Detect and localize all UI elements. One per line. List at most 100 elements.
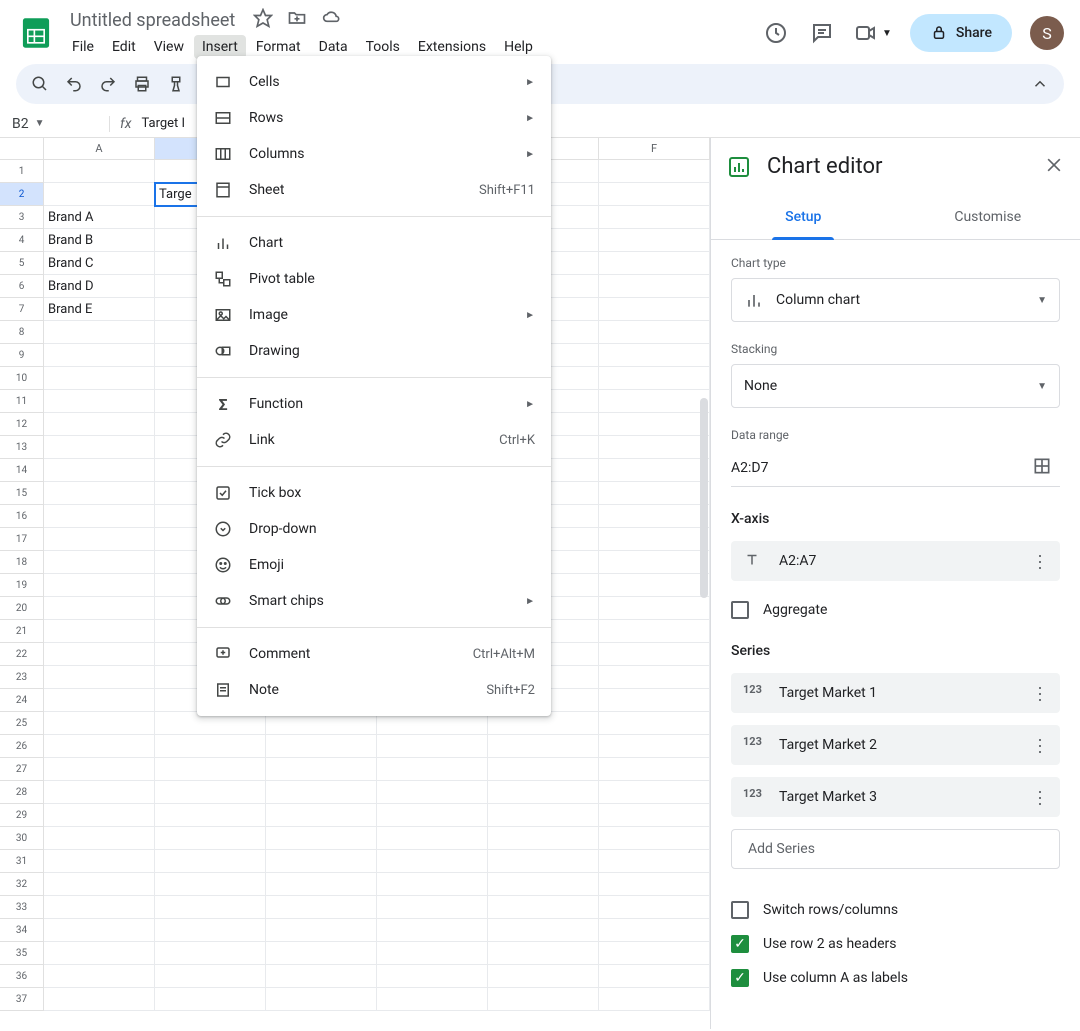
cell[interactable] <box>599 597 710 620</box>
cell[interactable] <box>44 643 155 666</box>
cell[interactable] <box>44 574 155 597</box>
cell[interactable] <box>44 597 155 620</box>
cell[interactable] <box>599 574 710 597</box>
cell[interactable] <box>377 988 488 1011</box>
cell[interactable] <box>266 919 377 942</box>
menu-item-rows[interactable]: Rows► <box>197 100 551 136</box>
cell[interactable] <box>599 643 710 666</box>
row-header-15[interactable]: 15 <box>0 482 44 505</box>
cloud-icon[interactable] <box>321 8 343 32</box>
menu-item-drop-down[interactable]: Drop-down <box>197 511 551 547</box>
row-header-9[interactable]: 9 <box>0 344 44 367</box>
row-header-36[interactable]: 36 <box>0 965 44 988</box>
cell[interactable] <box>599 321 710 344</box>
cell[interactable] <box>377 781 488 804</box>
cell[interactable] <box>44 551 155 574</box>
cell[interactable] <box>44 850 155 873</box>
row-header-26[interactable]: 26 <box>0 735 44 758</box>
cell[interactable] <box>599 298 710 321</box>
cell[interactable] <box>155 827 266 850</box>
cell[interactable] <box>599 390 710 413</box>
row-header-33[interactable]: 33 <box>0 896 44 919</box>
menu-item-comment[interactable]: CommentCtrl+Alt+M <box>197 636 551 672</box>
row-header-6[interactable]: 6 <box>0 275 44 298</box>
cell[interactable] <box>44 482 155 505</box>
select-all-corner[interactable] <box>0 138 44 159</box>
cell[interactable] <box>155 942 266 965</box>
undo-icon[interactable] <box>62 72 86 96</box>
stacking-select[interactable]: None ▼ <box>731 364 1060 408</box>
menu-item-note[interactable]: NoteShift+F2 <box>197 672 551 708</box>
vertical-scrollbar[interactable] <box>700 398 708 598</box>
cell[interactable] <box>599 620 710 643</box>
share-button[interactable]: Share <box>910 14 1012 52</box>
row-header-24[interactable]: 24 <box>0 689 44 712</box>
cell[interactable] <box>44 919 155 942</box>
cell[interactable] <box>266 896 377 919</box>
menu-item-tick-box[interactable]: Tick box <box>197 475 551 511</box>
cell[interactable] <box>44 666 155 689</box>
cell[interactable] <box>266 850 377 873</box>
cell[interactable] <box>599 551 710 574</box>
cell[interactable] <box>488 804 599 827</box>
cell[interactable] <box>599 252 710 275</box>
cell[interactable] <box>44 620 155 643</box>
menu-item-cells[interactable]: Cells► <box>197 64 551 100</box>
cell[interactable] <box>266 942 377 965</box>
cell[interactable] <box>377 735 488 758</box>
row-header-16[interactable]: 16 <box>0 505 44 528</box>
cell[interactable] <box>155 965 266 988</box>
name-box[interactable]: B2▼ <box>0 116 110 132</box>
cell[interactable] <box>599 873 710 896</box>
cell[interactable] <box>488 919 599 942</box>
row-header-1[interactable]: 1 <box>0 160 44 183</box>
cell[interactable] <box>266 827 377 850</box>
cell[interactable] <box>44 528 155 551</box>
cell[interactable] <box>599 436 710 459</box>
cell[interactable] <box>488 758 599 781</box>
cell[interactable] <box>44 183 155 206</box>
redo-icon[interactable] <box>96 72 120 96</box>
star-icon[interactable] <box>253 8 273 32</box>
cell[interactable] <box>44 160 155 183</box>
cell[interactable] <box>488 942 599 965</box>
row-header-12[interactable]: 12 <box>0 413 44 436</box>
cell[interactable] <box>599 689 710 712</box>
row-header-11[interactable]: 11 <box>0 390 44 413</box>
cell[interactable] <box>599 160 710 183</box>
menu-file[interactable]: File <box>64 35 102 59</box>
column-header-A[interactable]: A <box>44 138 155 159</box>
cell[interactable] <box>44 804 155 827</box>
cell[interactable] <box>599 781 710 804</box>
sheets-logo[interactable] <box>16 13 56 53</box>
formula-input[interactable]: Target I <box>141 116 185 131</box>
menu-tools[interactable]: Tools <box>358 35 408 59</box>
close-icon[interactable] <box>1044 155 1064 179</box>
cell[interactable] <box>266 758 377 781</box>
cell[interactable] <box>44 965 155 988</box>
row-header-2[interactable]: 2 <box>0 183 44 206</box>
cell[interactable] <box>155 735 266 758</box>
menu-item-chart[interactable]: Chart <box>197 225 551 261</box>
row-header-30[interactable]: 30 <box>0 827 44 850</box>
cell[interactable] <box>155 919 266 942</box>
row-header-7[interactable]: 7 <box>0 298 44 321</box>
cell[interactable] <box>44 436 155 459</box>
cell[interactable] <box>599 758 710 781</box>
menu-help[interactable]: Help <box>496 35 541 59</box>
cell[interactable] <box>599 413 710 436</box>
row-header-25[interactable]: 25 <box>0 712 44 735</box>
menu-item-sheet[interactable]: SheetShift+F11 <box>197 172 551 208</box>
cell[interactable] <box>599 344 710 367</box>
xaxis-chip[interactable]: A2:A7 ⋯ <box>731 541 1060 581</box>
more-icon[interactable]: ⋯ <box>1029 553 1050 570</box>
cell[interactable] <box>488 735 599 758</box>
menu-data[interactable]: Data <box>311 35 356 59</box>
cell[interactable] <box>488 873 599 896</box>
cell[interactable] <box>44 781 155 804</box>
series-chip-2[interactable]: 123Target Market 3⋯ <box>731 777 1060 817</box>
row-header-19[interactable]: 19 <box>0 574 44 597</box>
data-range-input[interactable]: A2:D7 <box>731 460 1024 476</box>
row-header-23[interactable]: 23 <box>0 666 44 689</box>
cell[interactable] <box>44 873 155 896</box>
